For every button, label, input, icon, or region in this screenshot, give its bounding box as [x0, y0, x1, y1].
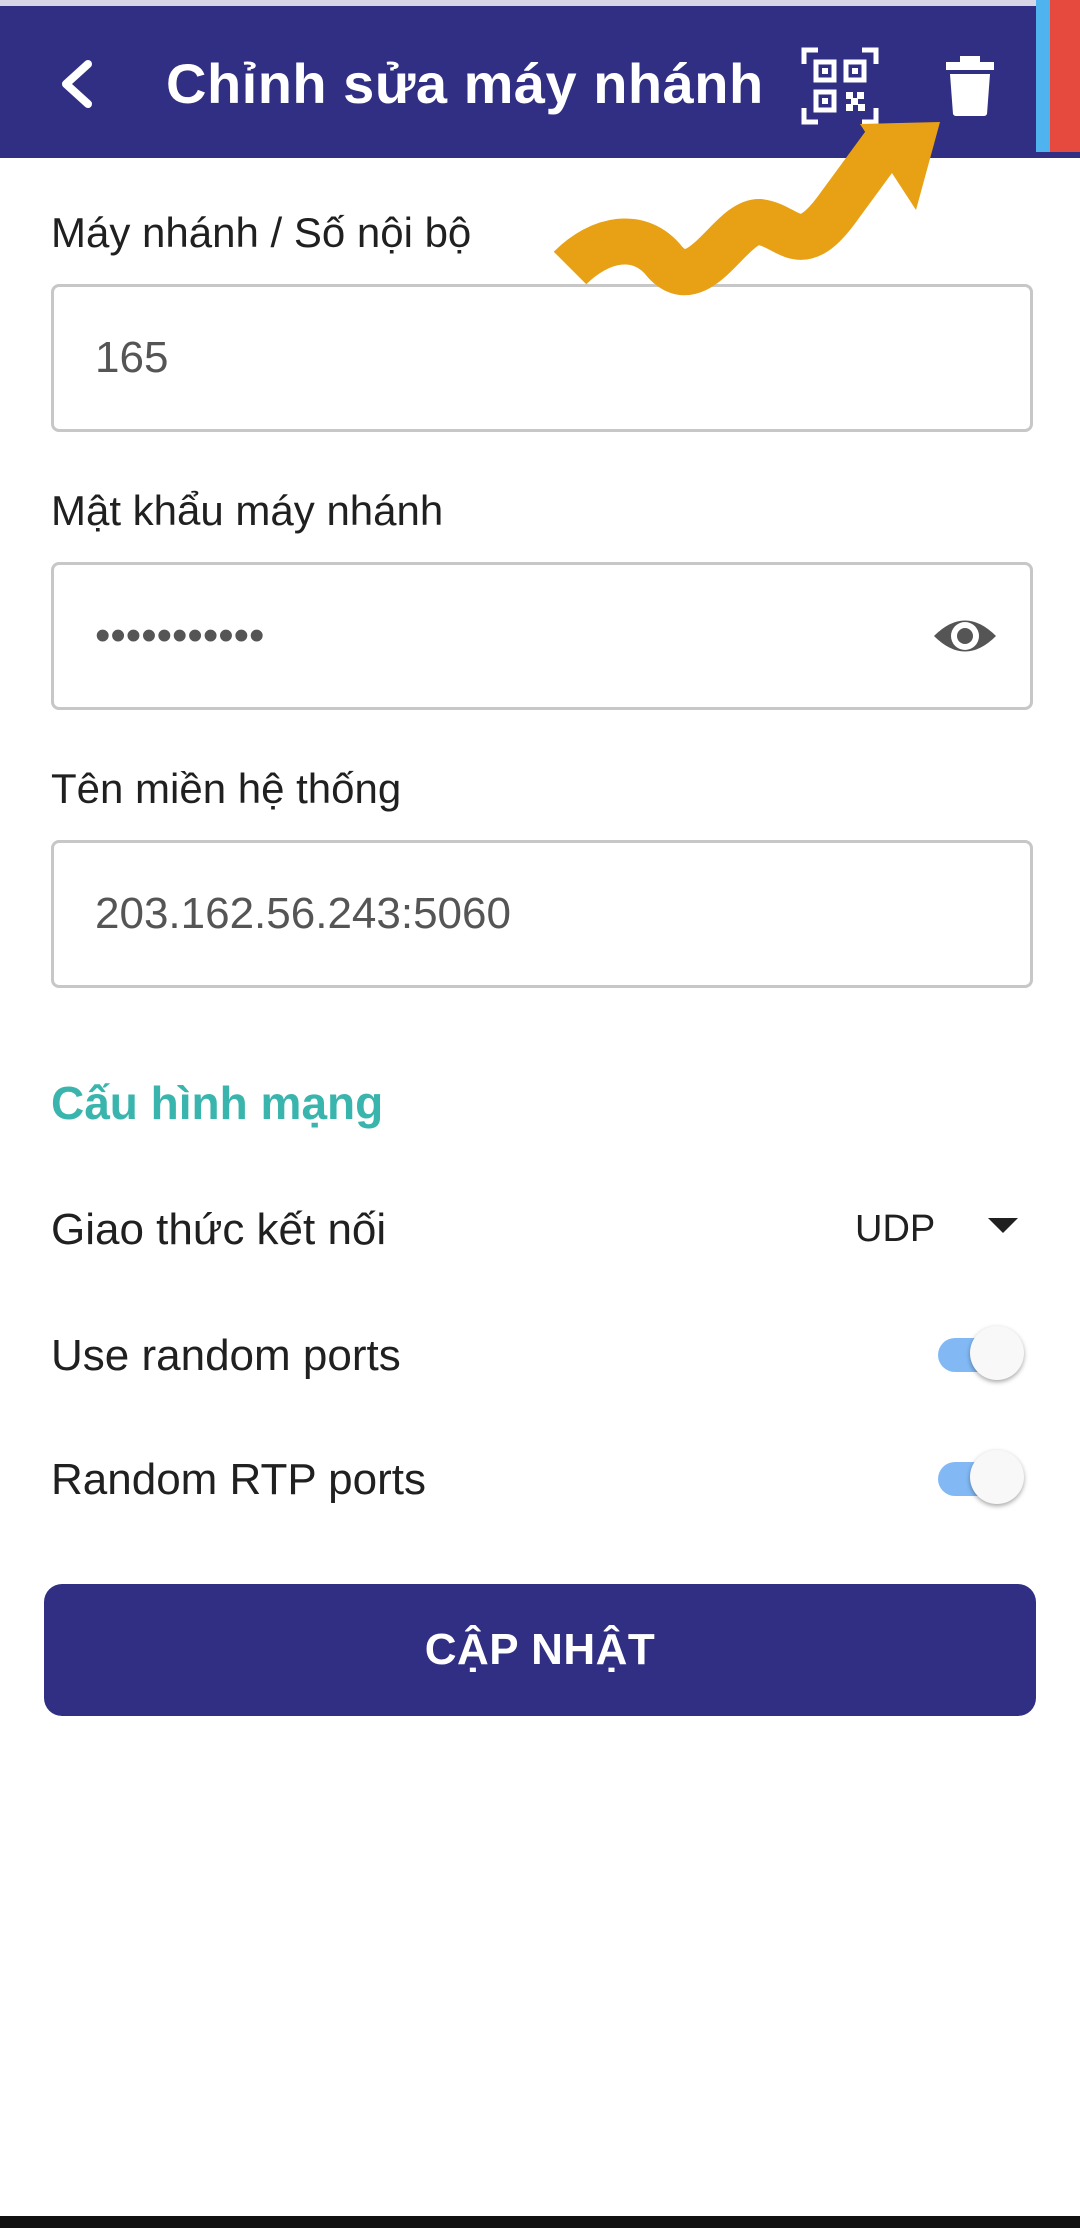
random-rtp-toggle[interactable] [936, 1446, 1028, 1510]
domain-value: 203.162.56.243:5060 [95, 889, 511, 938]
edge-accent-blue [1036, 0, 1050, 152]
toggle-knob [970, 1450, 1024, 1504]
password-label: Mật khẩu máy nhánh [51, 487, 444, 534]
dropdown-arrow-icon [988, 1218, 1018, 1233]
chevron-left-icon [62, 60, 92, 108]
extension-label: Máy nhánh / Số nội bộ [51, 209, 472, 256]
edge-accent-red [1050, 0, 1080, 152]
domain-field[interactable]: 203.162.56.243:5060 [51, 840, 1033, 988]
show-password-toggle[interactable] [932, 609, 998, 663]
password-field[interactable]: ••••••••••• [51, 562, 1033, 710]
network-section-title: Cấu hình mạng [51, 1077, 384, 1129]
update-button[interactable]: CẬP NHẬT [44, 1584, 1036, 1716]
page-title: Chỉnh sửa máy nhánh [166, 52, 764, 115]
extension-value: 165 [95, 333, 169, 382]
random-ports-label: Use random ports [51, 1331, 401, 1380]
bottom-edge [0, 2216, 1080, 2228]
toggle-knob [970, 1326, 1024, 1380]
domain-label: Tên miền hệ thống [51, 765, 402, 812]
back-button[interactable] [50, 50, 108, 118]
password-value: ••••••••••• [95, 611, 265, 660]
random-ports-toggle[interactable] [936, 1322, 1028, 1386]
protocol-label: Giao thức kết nối [51, 1205, 387, 1254]
trash-icon [946, 56, 994, 116]
eye-icon [934, 620, 996, 652]
annotation-arrow-icon [553, 122, 940, 295]
random-rtp-label: Random RTP ports [51, 1455, 426, 1504]
protocol-value: UDP [855, 1208, 936, 1250]
delete-button[interactable] [940, 54, 1000, 118]
